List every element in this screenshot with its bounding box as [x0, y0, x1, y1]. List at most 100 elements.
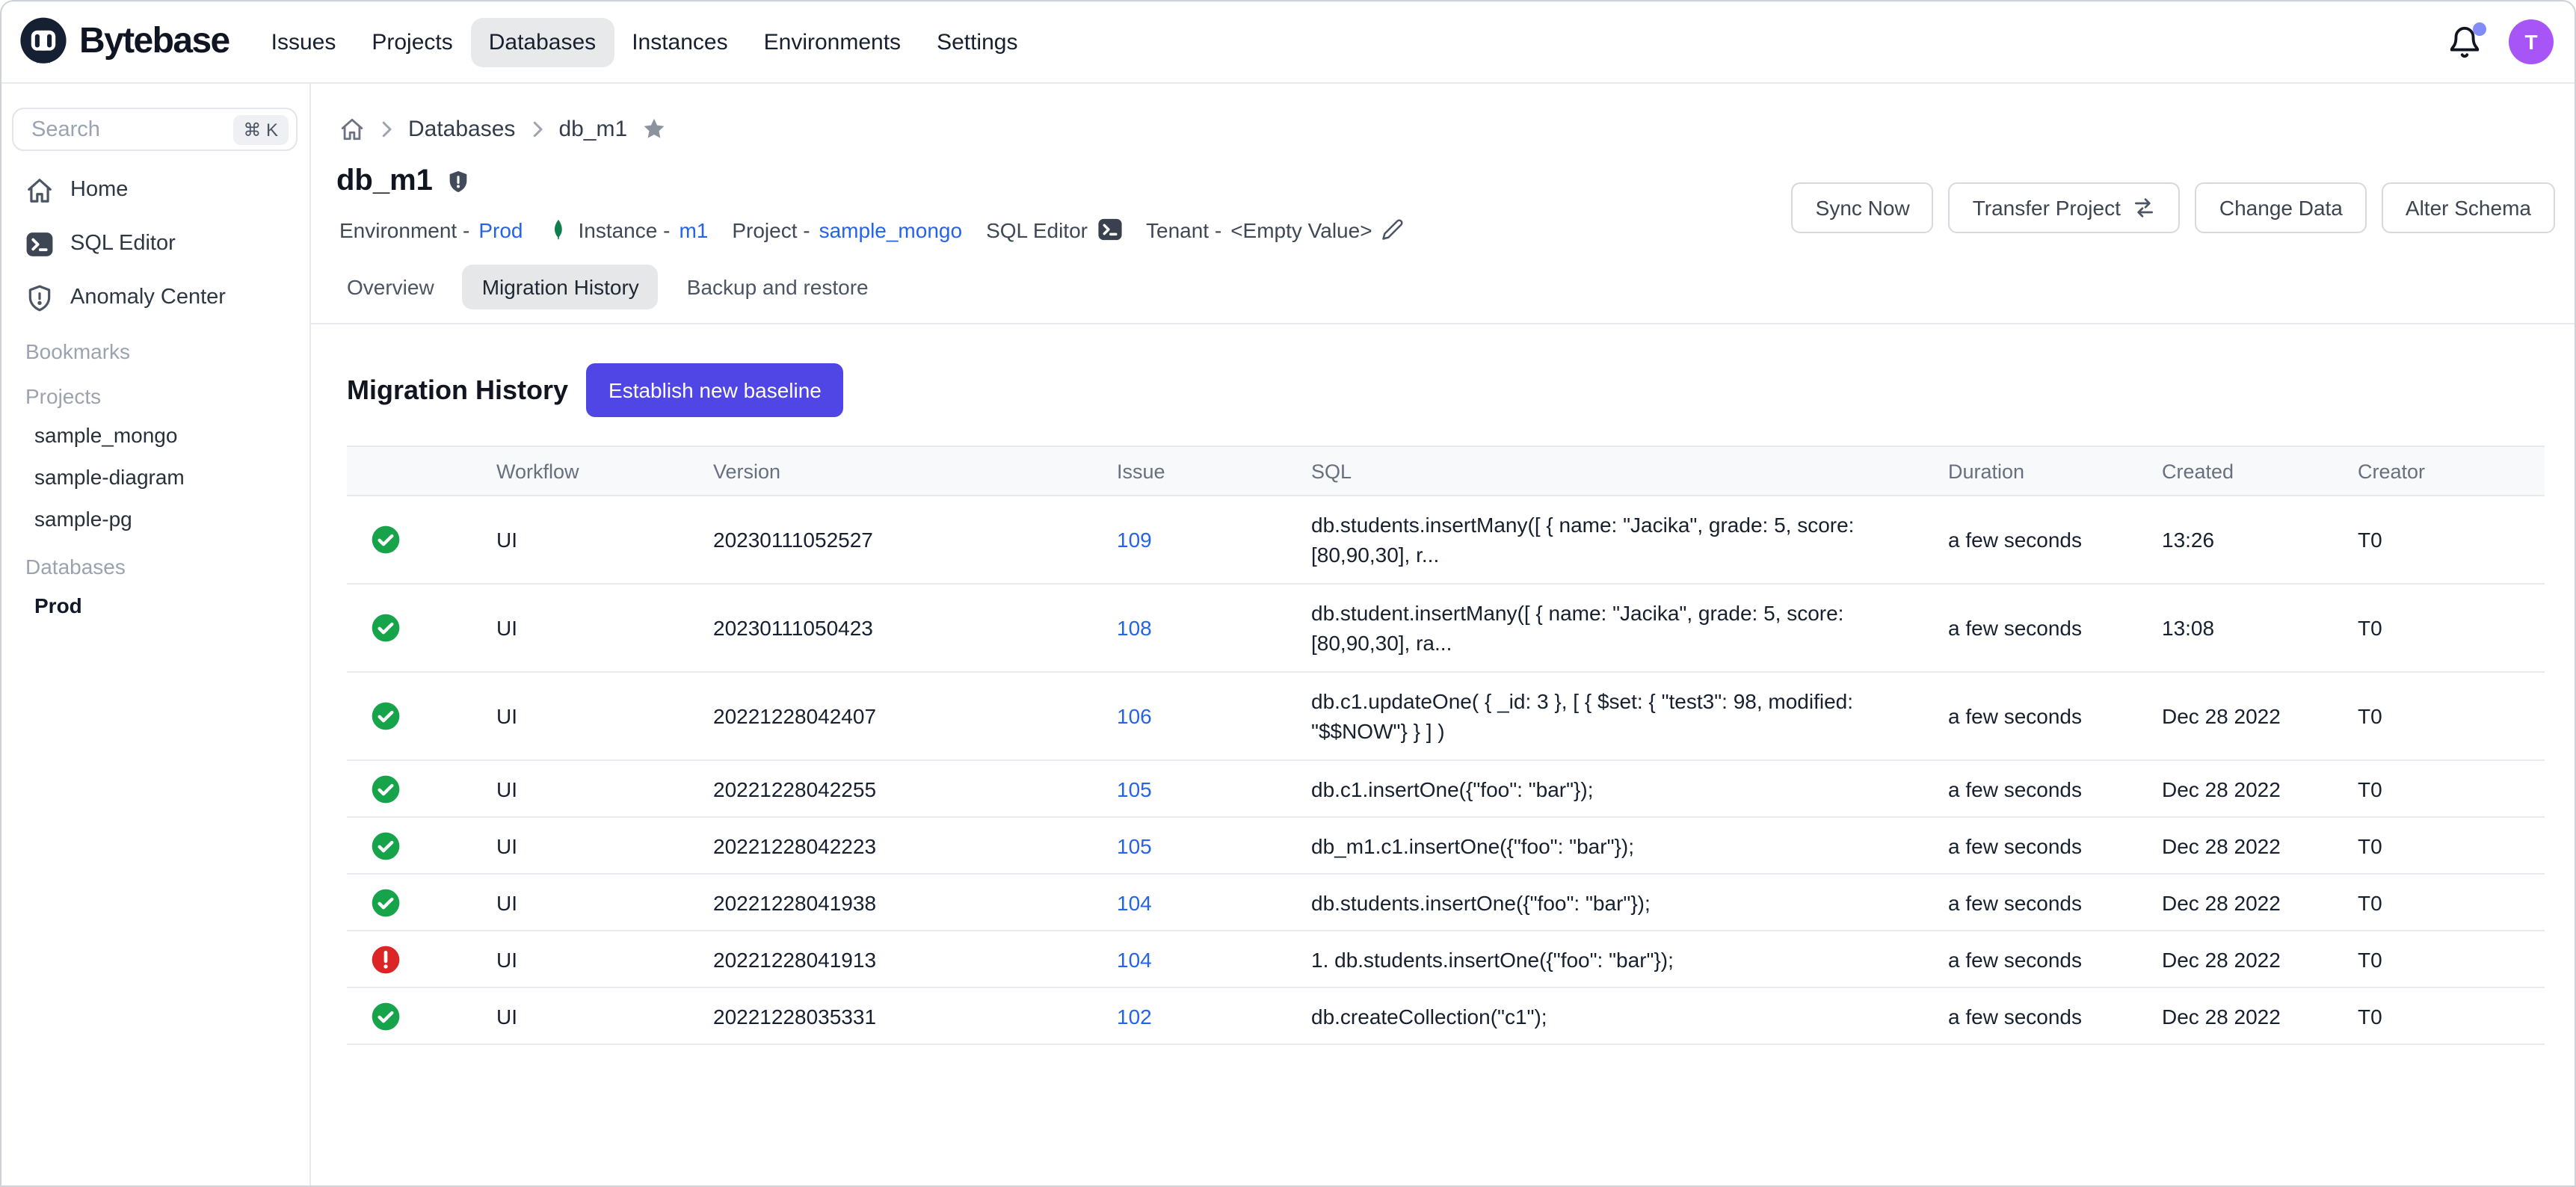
issue-link[interactable]: 109 [1117, 528, 1152, 552]
cell-sql: db.createCollection("c1"); [1311, 987, 1948, 1044]
nav-item-databases[interactable]: Databases [471, 17, 614, 67]
issue-link[interactable]: 106 [1117, 704, 1152, 728]
breadcrumb-link-databases[interactable]: Databases [408, 117, 515, 142]
instance-link[interactable]: m1 [679, 218, 708, 241]
table-row: UI20221228042223105db_m1.c1.insertOne({"… [347, 817, 2545, 874]
issue-link[interactable]: 102 [1117, 1004, 1152, 1028]
issue-link[interactable]: 104 [1117, 947, 1152, 971]
cell-created: Dec 28 2022 [2162, 760, 2358, 817]
establish-baseline-button[interactable]: Establish new baseline [586, 363, 844, 417]
change-data-button[interactable]: Change Data [2196, 182, 2367, 233]
transfer-icon [2133, 196, 2157, 220]
cell-creator: T0 [2358, 987, 2545, 1044]
cell-version: 20221228035331 [713, 987, 1117, 1044]
cell-sql: 1. db.students.insertOne({"foo": "bar"})… [1311, 931, 1948, 987]
breadcrumb-current: db_m1 [558, 117, 627, 142]
alter-schema-button[interactable]: Alter Schema [2382, 182, 2555, 233]
cell-duration: a few seconds [1948, 760, 2162, 817]
meta-sql-editor[interactable]: SQL Editor [986, 217, 1122, 242]
cell-workflow: UI [496, 987, 713, 1044]
table-row: UI20221228042407106 db.c1.updateOne( { _i… [347, 672, 2545, 760]
sidebar-section-header-projects: Projects [1, 378, 309, 414]
chevron-right-icon [375, 118, 398, 141]
sidebar-item-sample-pg[interactable]: sample-pg [1, 498, 309, 540]
nav-item-projects[interactable]: Projects [354, 17, 470, 67]
column-header-workflow: Workflow [496, 446, 713, 496]
transfer-project-button[interactable]: Transfer Project [1949, 182, 2181, 233]
meta-tenant: Tenant - <Empty Value> [1146, 218, 1404, 241]
notifications-button[interactable] [2447, 25, 2482, 59]
issue-link[interactable]: 105 [1117, 833, 1152, 857]
nav-item-instances[interactable]: Instances [614, 17, 745, 67]
page-actions: Sync Now Transfer Project Change Data Alter… [1792, 182, 2555, 233]
cell-sql: db.students.insertOne({"foo": "bar"}); [1311, 874, 1948, 931]
cell-sql: db.student.insertMany([ { name: "Jacika"… [1311, 584, 1948, 672]
column-header-status [347, 446, 496, 496]
button-label: Alter Schema [2406, 196, 2531, 220]
sidebar-item-label: SQL Editor [70, 232, 176, 256]
column-header-sql: SQL [1311, 446, 1948, 496]
sidebar-section-header-databases: Databases [1, 549, 309, 585]
cell-creator: T0 [2358, 584, 2545, 672]
cell-created: Dec 28 2022 [2162, 931, 2358, 987]
cell-workflow: UI [496, 760, 713, 817]
nav-item-environments[interactable]: Environments [746, 17, 919, 67]
chevron-right-icon [526, 118, 548, 141]
protected-shield-icon [446, 169, 472, 194]
cell-issue: 105 [1117, 817, 1311, 874]
bytebase-logo[interactable]: Bytebase [16, 15, 229, 69]
sidebar-item-anomaly-center[interactable]: Anomaly Center [1, 271, 309, 324]
column-header-issue: Issue [1117, 446, 1311, 496]
migration-history-table-wrap: WorkflowVersionIssueSQLDurationCreatedCr… [347, 445, 2545, 1045]
cell-issue: 105 [1117, 760, 1311, 817]
brand-name: Bytebase [79, 21, 229, 63]
issue-link[interactable]: 105 [1117, 777, 1152, 801]
sidebar-item-sample-mongo[interactable]: sample_mongo [1, 414, 309, 456]
bytebase-logo-icon [16, 15, 70, 69]
edit-pencil-icon[interactable] [1381, 218, 1404, 241]
favorite-star-icon[interactable] [641, 117, 666, 142]
sql-editor-icon[interactable] [1097, 217, 1122, 242]
user-avatar[interactable]: T [2509, 19, 2554, 64]
sidebar-item-home[interactable]: Home [1, 163, 309, 217]
cell-sql: db.c1.updateOne( { _id: 3 }, [ { $set: {… [1311, 672, 1948, 760]
cell-issue: 108 [1117, 584, 1311, 672]
project-link[interactable]: sample_mongo [819, 218, 962, 241]
shield-alert-icon [25, 283, 54, 312]
cell-created: Dec 28 2022 [2162, 874, 2358, 931]
cell-workflow: UI [496, 931, 713, 987]
cell-issue: 104 [1117, 874, 1311, 931]
cell-version: 20221228042407 [713, 672, 1117, 760]
breadcrumb: Databases db_m1 [339, 117, 2575, 142]
sidebar-item-sql-editor[interactable]: SQL Editor [1, 217, 309, 271]
nav-item-issues[interactable]: Issues [253, 17, 354, 67]
cell-version: 20221228041913 [713, 931, 1117, 987]
sync-now-button[interactable]: Sync Now [1792, 182, 1934, 233]
search-input[interactable] [28, 116, 232, 143]
tab-migration-history[interactable]: Migration History [463, 265, 659, 309]
nav-item-settings[interactable]: Settings [919, 17, 1035, 67]
table-row: UI20230111052527109db.students.insertMan… [347, 496, 2545, 584]
cell-sql: db_m1.c1.insertOne({"foo": "bar"}); [1311, 817, 1948, 874]
table-row: UI20221228041938104db.students.insertOne… [347, 874, 2545, 931]
environment-link[interactable]: Prod [478, 218, 523, 241]
top-right-controls: T [2447, 19, 2557, 64]
sidebar-item-sample-diagram[interactable]: sample-diagram [1, 456, 309, 498]
issue-link[interactable]: 108 [1117, 616, 1152, 640]
table-row: UI20221228041913104 1. db.students.insert… [347, 931, 2545, 987]
tab-backup-and-restore[interactable]: Backup and restore [668, 265, 888, 309]
cell-created: 13:08 [2162, 584, 2358, 672]
tab-overview[interactable]: Overview [327, 265, 454, 309]
column-header-created: Created [2162, 446, 2358, 496]
cell-duration: a few seconds [1948, 672, 2162, 760]
cell-workflow: UI [496, 672, 713, 760]
tabs: OverviewMigration HistoryBackup and rest… [327, 265, 2575, 309]
main-content: Databases db_m1 db_m1 Environment - Prod [311, 84, 2575, 1186]
search-shortcut-badge: ⌘ K [232, 114, 289, 144]
home-icon[interactable] [339, 117, 365, 142]
sidebar-item-prod[interactable]: Prod [1, 585, 309, 626]
issue-link[interactable]: 104 [1117, 890, 1152, 914]
cell-version: 20230111052527 [713, 496, 1117, 584]
cell-duration: a few seconds [1948, 931, 2162, 987]
meta-project: Project - sample_mongo [732, 218, 962, 241]
